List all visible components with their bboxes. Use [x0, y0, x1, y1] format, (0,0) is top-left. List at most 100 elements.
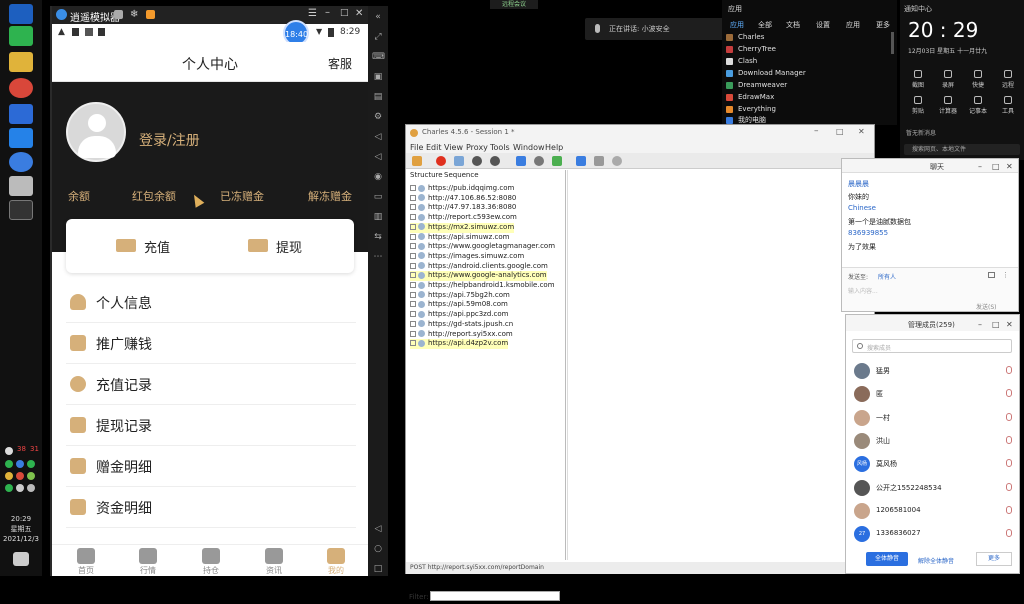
host-row[interactable]: https://api.59m08.com — [410, 300, 508, 310]
tray-icon[interactable] — [27, 460, 35, 468]
host-row[interactable]: https://www.google-analytics.com — [410, 271, 547, 282]
emulator-gear-icon[interactable]: ❄ — [130, 9, 138, 20]
mic-muted-icon[interactable] — [1006, 505, 1012, 514]
tab-sequence[interactable]: Sequence — [444, 171, 479, 179]
record-icon[interactable] — [436, 156, 446, 166]
send-button[interactable]: 发送(S) — [976, 302, 997, 311]
maximize-button[interactable]: □ — [992, 320, 1000, 329]
menu-window[interactable]: Window — [513, 143, 545, 152]
quick-action[interactable]: 远程 — [994, 70, 1022, 89]
quick-action[interactable]: 截图 — [904, 70, 932, 89]
more-icon[interactable]: ⋮ — [1002, 271, 1009, 279]
menu-item-withdraw-records[interactable]: 提现记录 — [66, 405, 356, 446]
close-button[interactable]: ✕ — [1006, 320, 1013, 329]
expand-icon[interactable] — [410, 301, 416, 308]
more-icon[interactable]: ⋯ — [372, 252, 384, 262]
host-row[interactable]: https://api.simuwz.com — [410, 233, 509, 243]
speaker-icon[interactable] — [27, 484, 35, 492]
menu-help[interactable]: Help — [545, 143, 563, 152]
menu-item-personal-info[interactable]: 个人信息 — [66, 282, 356, 323]
tray-icon[interactable] — [16, 484, 24, 492]
menu-item-bonus-details[interactable]: 赠金明细 — [66, 446, 356, 487]
menu-tools[interactable]: Tools — [490, 143, 510, 152]
menu-item-promote[interactable]: 推广赚钱 — [66, 323, 356, 364]
refresh-icon[interactable] — [534, 156, 544, 166]
screenshot-icon[interactable]: ▣ — [372, 72, 384, 82]
app-item[interactable]: Charles — [726, 33, 764, 44]
meeting-indicator[interactable]: 远程会议 — [490, 0, 538, 9]
apps-tab[interactable]: 文档 — [786, 20, 800, 30]
host-row[interactable]: https://images.simuwz.com — [410, 252, 524, 262]
more-button[interactable]: 更多 — [976, 552, 1012, 566]
notification-icon[interactable] — [13, 552, 29, 566]
expand-icon[interactable] — [410, 291, 416, 298]
volume-up-icon[interactable]: ◁ — [372, 132, 384, 142]
quick-action[interactable]: 快捷 — [964, 70, 992, 89]
expand-icon[interactable] — [410, 272, 416, 279]
turtle-icon[interactable] — [472, 156, 482, 166]
member-search-input[interactable]: 搜索成员 — [852, 339, 1012, 353]
close-button[interactable]: ✕ — [1006, 162, 1013, 171]
home-circle-icon[interactable]: ○ — [372, 544, 384, 554]
mic-muted-icon[interactable] — [1006, 366, 1012, 374]
sync-icon[interactable]: ⇆ — [372, 232, 384, 242]
mic-muted-icon[interactable] — [1006, 459, 1012, 468]
apps-tab[interactable]: 应用 — [730, 20, 744, 30]
settings-icon[interactable]: ⚙ — [372, 112, 384, 122]
app-item[interactable]: EdrawMax — [726, 93, 774, 104]
mic-muted-icon[interactable] — [1006, 389, 1012, 398]
quick-action[interactable]: 工具 — [994, 96, 1022, 115]
member-row[interactable]: 风杨 莫风杨 — [854, 454, 1014, 474]
broom-icon[interactable] — [412, 156, 422, 166]
minimize-button[interactable]: – — [814, 126, 819, 136]
nav-positions[interactable]: 持仓 — [191, 548, 231, 576]
nav-home[interactable]: 首页 — [66, 548, 106, 576]
quick-action[interactable]: 录屏 — [934, 70, 962, 89]
member-row[interactable]: 1206581004 — [854, 501, 1014, 521]
throttle-icon[interactable] — [454, 156, 464, 166]
emulator-minimize-button[interactable]: – — [325, 7, 330, 18]
expand-icon[interactable] — [410, 223, 416, 230]
expand-icon[interactable] — [410, 311, 416, 318]
filter-input[interactable] — [430, 591, 560, 601]
menu-edit[interactable]: Edit — [426, 143, 442, 152]
expand-icon[interactable] — [410, 252, 416, 259]
menu-item-fund-details[interactable]: 资金明细 — [66, 487, 356, 528]
avatar[interactable] — [66, 102, 126, 162]
host-row[interactable]: http://47.106.86.52:8080 — [410, 194, 516, 204]
close-button[interactable]: ✕ — [858, 127, 865, 136]
member-row[interactable]: 匿 — [854, 384, 1014, 404]
member-row[interactable]: 猛男 — [854, 361, 1014, 381]
maximize-button[interactable]: □ — [992, 162, 1000, 171]
send-to-select[interactable]: 所有人 — [878, 272, 896, 281]
host-row[interactable]: http://report.c593ew.com — [410, 213, 517, 223]
expand-icon[interactable] — [410, 204, 416, 211]
host-row[interactable]: http://47.97.183.36:8080 — [410, 203, 516, 213]
unmute-all-button[interactable]: 解除全体静音 — [918, 556, 954, 565]
expand-icon[interactable] — [410, 194, 416, 201]
minimize-button[interactable]: – — [978, 320, 982, 329]
app-item[interactable]: Dreamweaver — [726, 81, 787, 92]
fullscreen-icon[interactable]: ⤢ — [372, 32, 384, 42]
tab-structure[interactable]: Structure — [410, 171, 443, 179]
apps-tab[interactable]: 设置 — [816, 20, 830, 30]
wechat-icon[interactable] — [9, 26, 33, 46]
host-row[interactable]: https://helpbandroid1.ksmobile.com — [410, 281, 555, 291]
record-icon[interactable]: ▤ — [372, 92, 384, 102]
apps-tab[interactable]: 全部 — [758, 20, 772, 30]
app-item[interactable]: Clash — [726, 57, 757, 68]
nav-news[interactable]: 资讯 — [254, 548, 294, 576]
member-row[interactable]: 洪山 — [854, 431, 1014, 451]
quick-action[interactable]: 剪贴 — [904, 96, 932, 115]
pen-icon[interactable] — [516, 156, 526, 166]
quick-action[interactable]: 计算器 — [934, 96, 962, 115]
expand-icon[interactable] — [410, 262, 416, 269]
host-row[interactable]: http://report.syi5xx.com — [410, 330, 513, 340]
mic-muted-icon[interactable] — [1006, 435, 1012, 444]
menu-view[interactable]: View — [444, 143, 463, 152]
tray-icon[interactable] — [27, 472, 35, 480]
member-row[interactable]: 一村 — [854, 408, 1014, 428]
back-icon[interactable]: ◁ — [372, 524, 384, 534]
recent-apps-icon[interactable]: □ — [372, 564, 384, 574]
expand-icon[interactable] — [410, 340, 416, 347]
